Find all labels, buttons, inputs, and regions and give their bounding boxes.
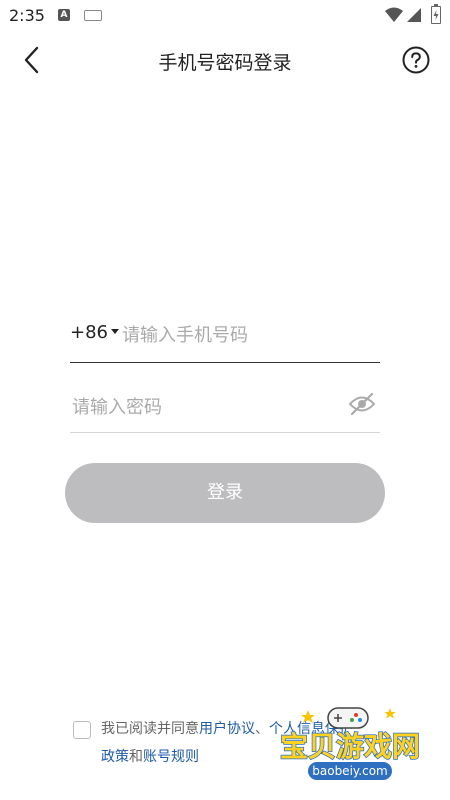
watermark-url: baobeiy.com — [312, 764, 387, 778]
agreement-prefix: 我已阅读并同意 — [101, 721, 199, 737]
page-title: 手机号密码登录 — [158, 52, 292, 74]
watermark-logo: 宝贝游戏网 baobeiy.com — [279, 707, 421, 780]
login-screen: 2:35 A 手机号密码登录 +86 请输入手机号码 登录 我已阅读并同意用户协… — [0, 0, 450, 800]
wifi-icon — [385, 7, 403, 22]
agreement-separator: 、 — [255, 721, 269, 737]
phone-field: +86 — [70, 312, 380, 363]
signal-icon — [407, 8, 421, 22]
keyboard-icon — [84, 10, 102, 21]
agreement-and: 和 — [129, 749, 143, 765]
login-button[interactable]: 登录 — [65, 463, 385, 523]
country-code-selector[interactable]: +86 — [70, 322, 119, 343]
agree-checkbox[interactable] — [73, 721, 91, 739]
accessibility-a-icon: A — [58, 9, 70, 21]
password-visibility-toggle[interactable] — [348, 392, 376, 416]
caret-down-icon — [111, 329, 119, 334]
help-icon — [402, 46, 430, 74]
header: 手机号密码登录 — [0, 32, 450, 88]
agreement-line-2: 政策和账号规则 — [101, 742, 199, 772]
country-code-label: +86 — [70, 322, 108, 343]
password-input[interactable] — [70, 390, 334, 424]
password-field — [70, 382, 380, 433]
battery-icon — [431, 4, 441, 24]
user-agreement-link[interactable]: 用户协议 — [199, 721, 255, 737]
eye-off-icon — [348, 392, 376, 416]
privacy-policy-link-part2[interactable]: 政策 — [101, 749, 129, 765]
status-bar: 2:35 A — [0, 0, 450, 32]
phone-input[interactable] — [120, 318, 374, 352]
status-time: 2:35 — [9, 6, 45, 25]
account-rules-link[interactable]: 账号规则 — [143, 749, 199, 765]
watermark-title: 宝贝游戏网 — [280, 730, 420, 763]
help-button[interactable] — [402, 46, 430, 74]
